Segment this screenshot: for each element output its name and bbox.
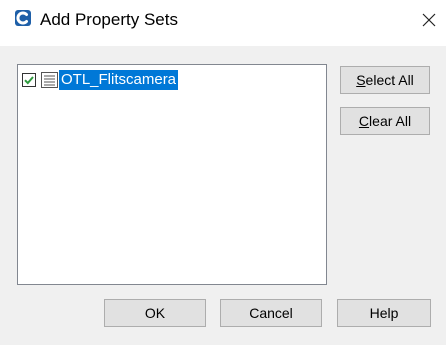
clear-all-button[interactable]: Clear All bbox=[340, 107, 430, 135]
item-checkbox[interactable] bbox=[22, 73, 36, 87]
select-all-button[interactable]: Select All bbox=[340, 66, 430, 94]
list-item-label[interactable]: OTL_Flitscamera bbox=[59, 70, 179, 90]
list-item[interactable]: OTL_Flitscamera bbox=[22, 69, 179, 91]
add-property-sets-dialog: Add Property Sets OTL_Flitscamera S elec… bbox=[0, 0, 446, 345]
select-all-label: elect All bbox=[365, 72, 414, 88]
select-all-accelerator: S bbox=[356, 72, 366, 88]
cancel-button[interactable]: Cancel bbox=[220, 299, 322, 327]
help-button[interactable]: Help bbox=[337, 299, 431, 327]
ok-label: OK bbox=[144, 305, 166, 321]
clear-all-label: lear All bbox=[369, 113, 412, 129]
checkmark-icon bbox=[24, 76, 34, 85]
ok-button[interactable]: OK bbox=[104, 299, 206, 327]
close-icon bbox=[422, 13, 436, 27]
dialog-title: Add Property Sets bbox=[40, 10, 178, 29]
property-sets-list[interactable]: OTL_Flitscamera bbox=[17, 64, 327, 285]
property-set-icon bbox=[41, 72, 58, 88]
help-label: Help bbox=[369, 305, 399, 321]
title-bar: Add Property Sets bbox=[0, 0, 446, 46]
close-button[interactable] bbox=[416, 8, 442, 32]
app-logo-icon bbox=[15, 10, 31, 26]
clear-all-accelerator: C bbox=[358, 113, 370, 129]
cancel-label: Cancel bbox=[249, 305, 293, 321]
